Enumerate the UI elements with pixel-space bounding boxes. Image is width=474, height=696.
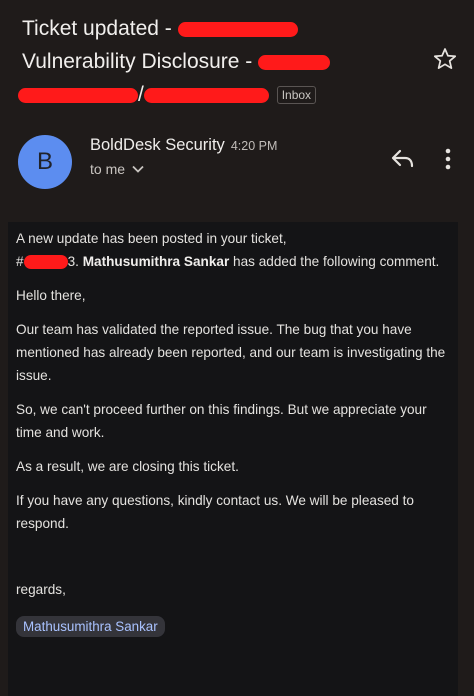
ticket-hash: #: [16, 254, 24, 269]
signature-contact-chip[interactable]: Mathusumithra Sankar: [16, 616, 165, 637]
sender-name-row: BoldDesk Security 4:20 PM: [90, 136, 277, 155]
sender-avatar[interactable]: B: [18, 135, 72, 189]
recipient-label: to me: [90, 161, 126, 177]
subject-separator: /: [138, 83, 144, 106]
sender-name: BoldDesk Security: [90, 136, 225, 154]
body-paragraph-4: If you have any questions, kindly contac…: [16, 493, 414, 531]
body-paragraph-3: As a result, we are closing this ticket.: [16, 459, 239, 474]
more-vertical-icon[interactable]: [438, 146, 458, 172]
chevron-down-icon: [132, 165, 144, 173]
sent-time: 4:20 PM: [230, 139, 278, 153]
body-paragraph-2: So, we can't proceed further on this fin…: [16, 402, 427, 440]
subject-text-2: Vulnerability Disclosure -: [22, 50, 253, 73]
message-body: A new update has been posted in your tic…: [16, 227, 456, 546]
sign-off: regards,: [16, 582, 66, 597]
inbox-label-chip[interactable]: Inbox: [276, 86, 317, 105]
subject-line-1: Ticket updated -: [22, 12, 422, 45]
ticket-suffix: 3.: [67, 254, 79, 269]
subject-text-1: Ticket updated -: [22, 17, 172, 40]
body-paragraph-1: Our team has validated the reported issu…: [16, 322, 446, 383]
redaction-mark: [18, 87, 138, 103]
star-outline-icon[interactable]: [432, 46, 458, 72]
email-subject: Ticket updated - Vulnerability Disclosur…: [18, 12, 422, 111]
redaction-mark: [177, 21, 298, 37]
subject-line-3: / Inbox: [18, 78, 422, 111]
redaction-mark: [23, 255, 68, 270]
recipient-toggle[interactable]: to me: [90, 161, 144, 177]
redaction-mark: [143, 87, 269, 103]
intro-line-1: A new update has been posted in your tic…: [16, 231, 287, 246]
commenter-name: Mathusumithra Sankar: [82, 254, 230, 269]
intro-tail: has added the following comment.: [233, 254, 440, 269]
subject-line-2: Vulnerability Disclosure -: [22, 45, 422, 78]
redaction-mark: [258, 54, 331, 70]
greeting: Hello there,: [16, 288, 86, 303]
reply-icon[interactable]: [390, 147, 416, 171]
email-view: Ticket updated - Vulnerability Disclosur…: [0, 0, 474, 696]
intro-paragraph: A new update has been posted in your tic…: [16, 227, 456, 273]
